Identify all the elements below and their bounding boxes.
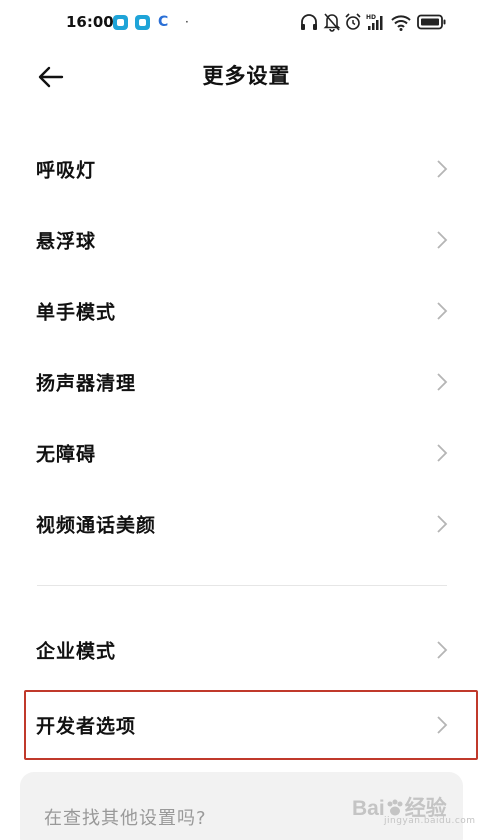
- menu-item-developer-options[interactable]: 开发者选项: [24, 694, 478, 756]
- status-time: 16:00: [66, 13, 114, 31]
- app-notification-icon: [135, 15, 150, 30]
- menu-item-label: 扬声器清理: [36, 372, 137, 395]
- menu-item-label: 视频通话美颜: [36, 514, 157, 537]
- chevron-right-icon: [437, 231, 448, 249]
- mute-icon: [323, 13, 341, 32]
- menu-item-label: 单手模式: [36, 301, 117, 324]
- menu-item-one-handed-mode[interactable]: 单手模式: [24, 280, 478, 342]
- menu-item-breathing-light[interactable]: 呼吸灯: [24, 138, 478, 200]
- chevron-right-icon: [437, 160, 448, 178]
- hd-label: HD: [366, 14, 376, 21]
- menu-item-label: 开发者选项: [36, 715, 137, 738]
- chevron-right-icon: [437, 302, 448, 320]
- menu-item-video-call-beauty[interactable]: 视频通话美颜: [24, 493, 478, 555]
- chevron-right-icon: [437, 444, 448, 462]
- battery-icon: [417, 14, 446, 30]
- menu-item-speaker-cleaning[interactable]: 扬声器清理: [24, 351, 478, 413]
- status-bar: 16:00 C · HD: [0, 0, 493, 46]
- page-title: 更多设置: [202, 64, 291, 88]
- chevron-right-icon: [437, 515, 448, 533]
- search-card-text: 在查找其他设置吗?: [44, 808, 207, 829]
- watermark-sub: jingyan.baidu.com: [384, 816, 476, 826]
- menu-item-label: 企业模式: [36, 640, 117, 663]
- paw-icon: [387, 799, 403, 816]
- menu-item-label: 无障碍: [36, 443, 97, 466]
- app-notification-icon: [113, 15, 128, 30]
- app-c-icon: C: [158, 14, 169, 30]
- chevron-right-icon: [437, 641, 448, 659]
- wifi-icon: [391, 15, 411, 31]
- menu-item-accessibility[interactable]: 无障碍: [24, 422, 478, 484]
- menu-item-floating-ball[interactable]: 悬浮球: [24, 209, 478, 271]
- menu-item-enterprise-mode[interactable]: 企业模式: [24, 619, 478, 681]
- notification-dot: ·: [185, 15, 189, 29]
- alarm-icon: [345, 13, 361, 30]
- hd-signal-icon: HD: [366, 14, 383, 30]
- baidu-watermark: Bai 经验 jingyan.baidu.com: [352, 786, 487, 836]
- menu-item-label: 呼吸灯: [36, 159, 97, 182]
- headphones-icon: [301, 14, 317, 30]
- chevron-right-icon: [437, 373, 448, 391]
- section-divider: [37, 585, 447, 586]
- header: 更多设置: [0, 46, 493, 100]
- chevron-right-icon: [437, 716, 448, 734]
- menu-item-label: 悬浮球: [36, 230, 97, 253]
